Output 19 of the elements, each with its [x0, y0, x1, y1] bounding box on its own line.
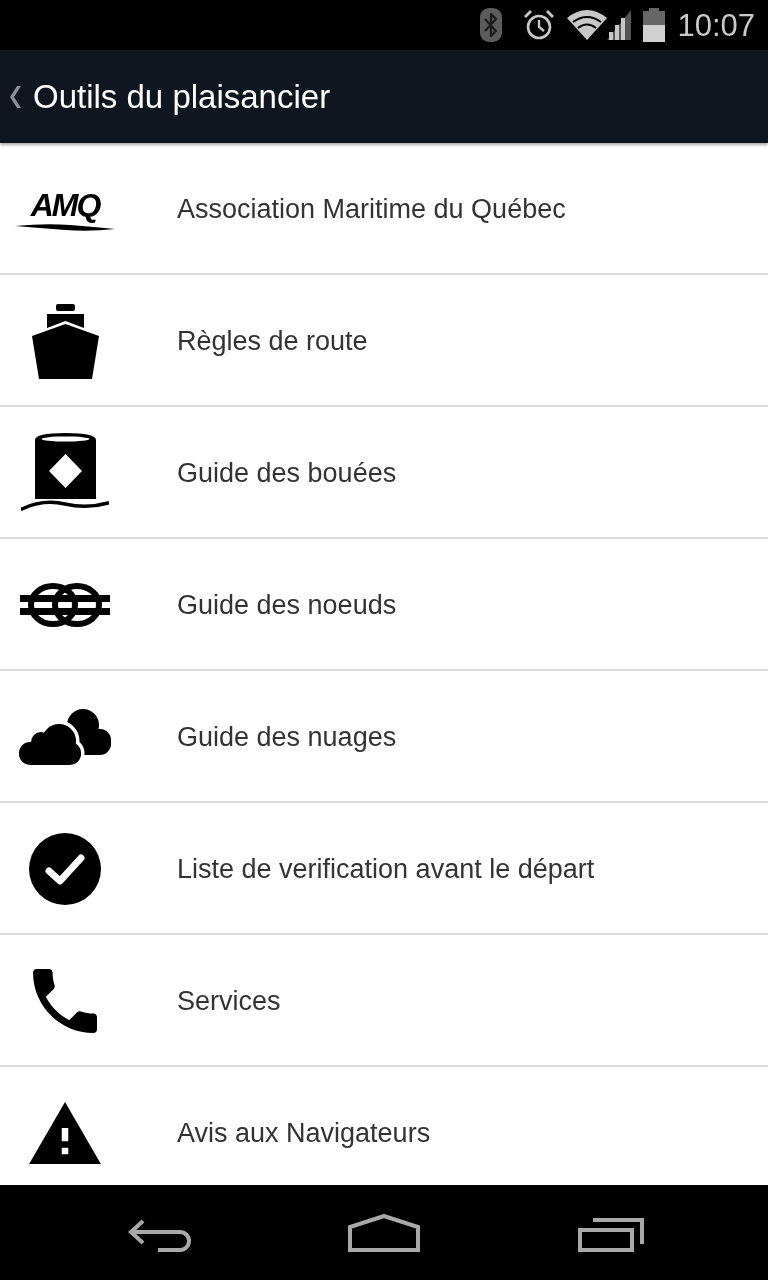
battery-icon	[643, 8, 666, 42]
phone-icon	[33, 969, 97, 1033]
buoy-icon	[21, 433, 109, 513]
home-button[interactable]	[348, 1214, 420, 1252]
knot-icon	[20, 582, 110, 628]
wifi-icon	[567, 10, 608, 40]
logo-text: AMQ	[30, 186, 100, 223]
alarm-clock-icon	[523, 9, 556, 41]
clouds-icon	[19, 709, 111, 765]
back-button[interactable]	[128, 1218, 192, 1252]
check-circle-icon	[29, 833, 101, 905]
back-chevron-icon[interactable]	[9, 85, 22, 108]
recent-apps-button[interactable]	[578, 1218, 644, 1252]
ship-icon	[31, 303, 99, 379]
warning-icon	[29, 1102, 101, 1164]
screen-title: Outils du plaisancier	[33, 80, 331, 113]
signal-icon	[607, 10, 632, 40]
status-time: 10:07	[677, 9, 755, 41]
bluetooth-icon	[480, 8, 503, 42]
